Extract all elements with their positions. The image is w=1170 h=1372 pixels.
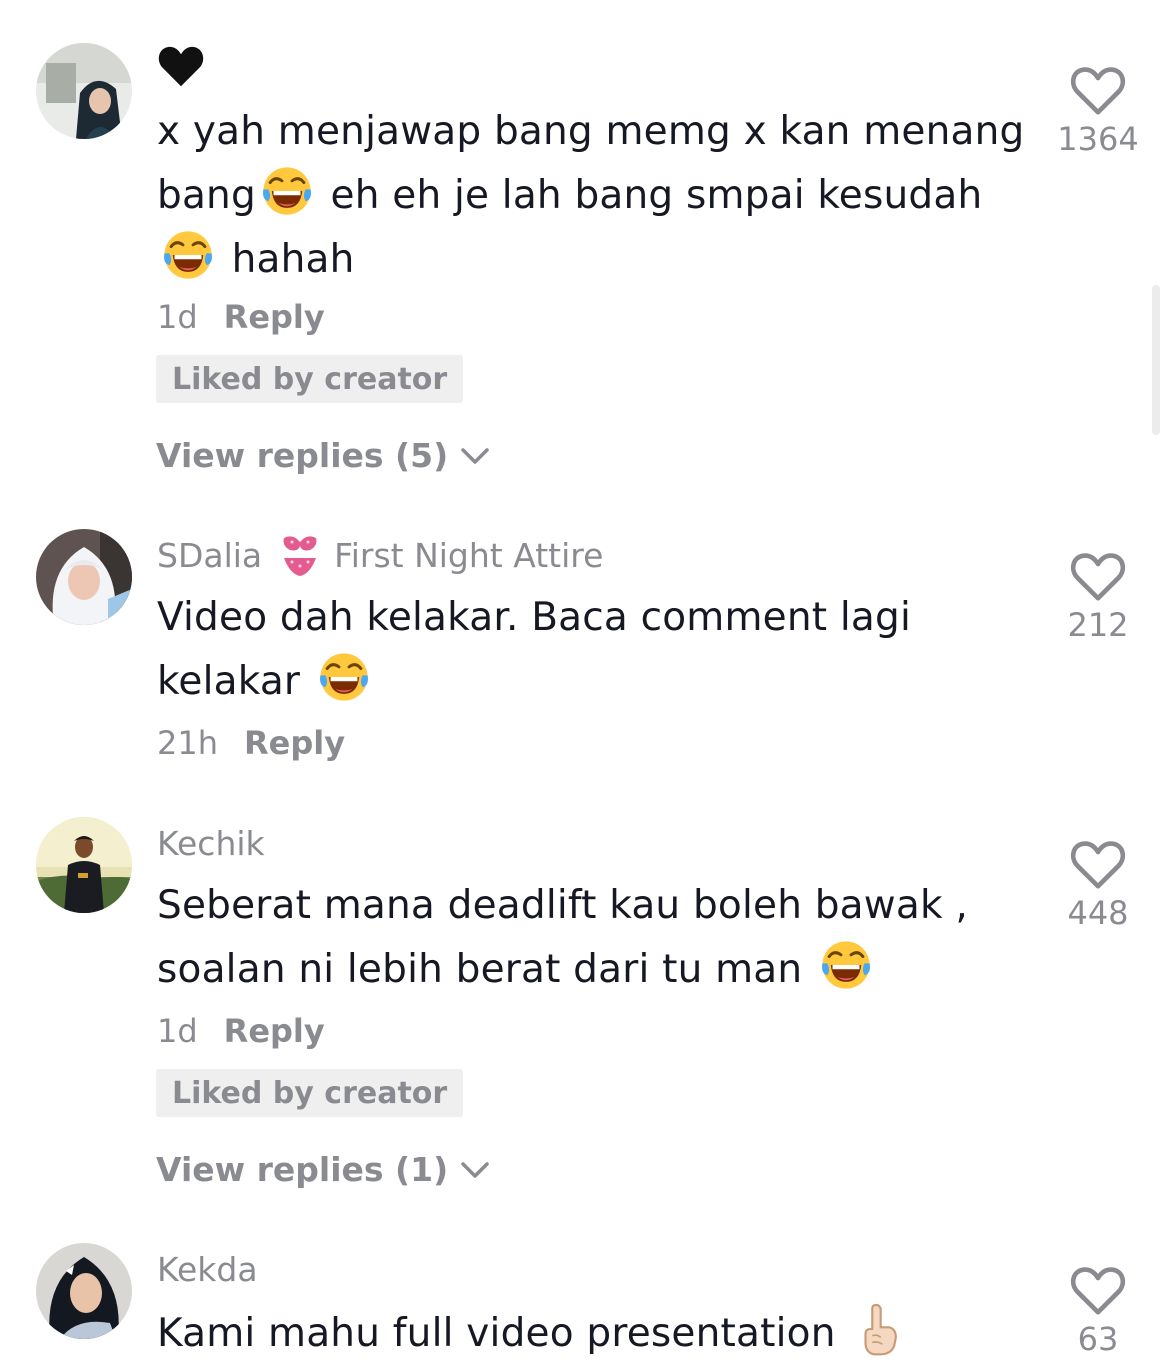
avatar[interactable] [36, 529, 132, 625]
reply-button[interactable]: Reply [224, 1012, 325, 1050]
avatar[interactable] [36, 817, 132, 913]
comment-text: Seberat mana deadlift kau boleh bawak , … [157, 883, 968, 992]
reply-button[interactable]: Reply [224, 298, 325, 336]
username-row: SDalia First Night Attire [157, 530, 603, 580]
comment-text: Kami mahu full video presentation [157, 1302, 1037, 1366]
view-replies-label: View replies (5) [156, 436, 449, 475]
avatar-woman-dark-hijab-icon [36, 1243, 132, 1339]
username[interactable]: Kechik [157, 824, 265, 863]
like-count: 63 [1077, 1320, 1119, 1358]
bikini-emoji-icon [283, 536, 317, 576]
view-replies-button[interactable]: View replies (1) [156, 1150, 490, 1189]
view-replies-label: View replies (1) [156, 1150, 449, 1189]
comment-text: Video dah kelakar. Baca comment lagi kel… [157, 595, 912, 704]
comment-time: 1d [157, 298, 198, 336]
laughing-tears-emoji [161, 228, 215, 282]
user-badge-text: First Night Attire [334, 535, 604, 575]
reply-button[interactable]: Reply [244, 724, 345, 762]
heart-outline-icon [1070, 552, 1126, 602]
avatar[interactable] [36, 43, 132, 139]
like-button[interactable]: 63 [1048, 1266, 1148, 1358]
chevron-down-icon [460, 446, 490, 466]
like-button[interactable]: 448 [1048, 840, 1148, 932]
black-heart-emoji [157, 44, 205, 94]
heart-outline-icon [1070, 1266, 1126, 1316]
liked-by-creator-tag: Liked by creator [156, 1069, 464, 1117]
black-heart-icon [158, 46, 204, 87]
scrollbar[interactable] [1152, 285, 1160, 435]
like-button[interactable]: 212 [1048, 552, 1148, 644]
liked-by-creator-tag: Liked by creator [156, 355, 464, 403]
laughing-tears-emoji [260, 164, 314, 218]
username[interactable]: Kekda [157, 1250, 258, 1289]
avatar-man-outdoors-icon [36, 817, 132, 913]
comment-time: 1d [157, 1012, 198, 1050]
laughing-tears-emoji [317, 650, 371, 704]
comment-time: 21h [157, 724, 218, 762]
heart-outline-icon [1070, 66, 1126, 116]
heart-outline-icon [1070, 840, 1126, 890]
username-row: Kechik [157, 818, 265, 868]
comment-meta: 1d Reply [157, 298, 325, 336]
laughing-tears-emoji [819, 938, 873, 992]
index-pointing-up-emoji [864, 1303, 898, 1356]
like-count: 448 [1067, 894, 1129, 932]
view-replies-button[interactable]: View replies (5) [156, 436, 490, 475]
avatar-woman-hijab-car-icon [36, 43, 132, 139]
like-button[interactable]: 1364 [1048, 66, 1148, 158]
chevron-down-icon [460, 1160, 490, 1180]
comment-meta: 21h Reply [157, 724, 345, 762]
username-row: Kekda [157, 1244, 258, 1294]
comment-text: x yah menjawap bang memg x kan menang ba… [157, 109, 1025, 282]
like-count: 1364 [1057, 120, 1139, 158]
avatar[interactable] [36, 1243, 132, 1339]
username[interactable]: SDalia [157, 536, 262, 575]
comment-meta: 1d Reply [157, 1012, 325, 1050]
like-count: 212 [1067, 606, 1129, 644]
avatar-woman-white-hijab-icon [36, 529, 132, 625]
